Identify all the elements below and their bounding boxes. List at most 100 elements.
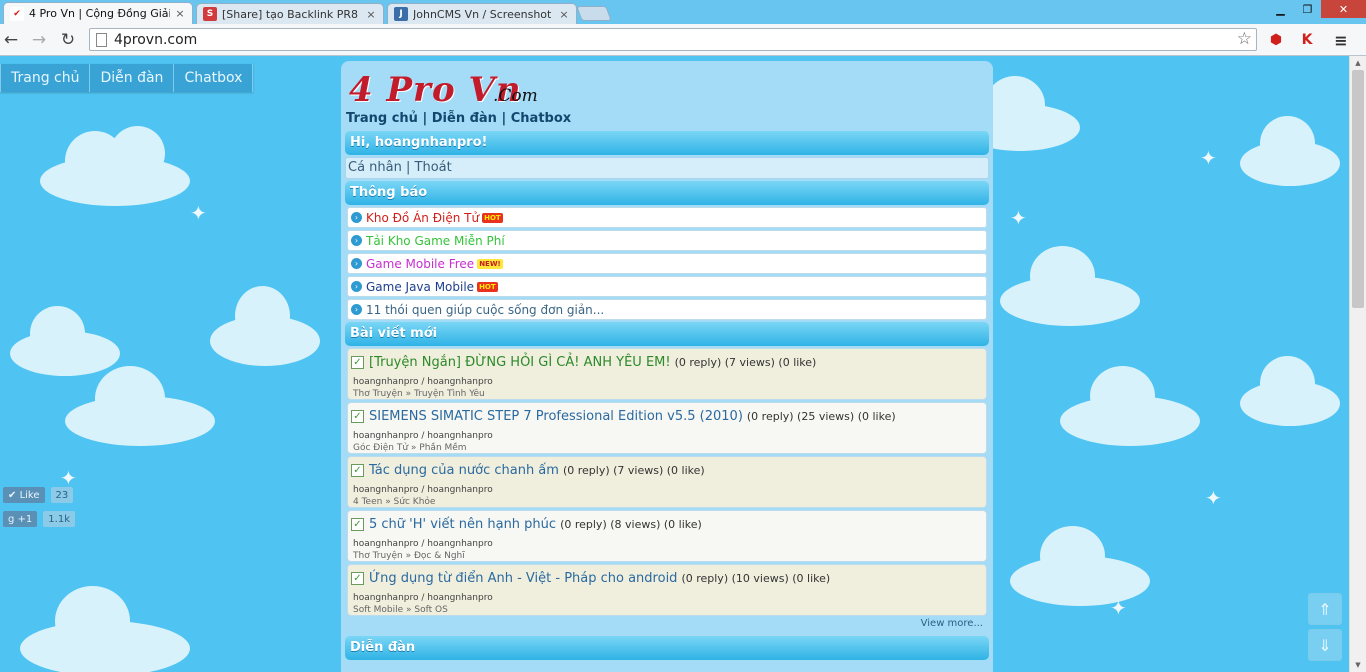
k-extension-icon[interactable]: K bbox=[1297, 30, 1317, 50]
sparkle-icon: ✦ bbox=[1110, 596, 1127, 620]
scrollbar-thumb[interactable] bbox=[1352, 70, 1364, 308]
close-tab-icon[interactable]: × bbox=[174, 7, 186, 20]
restore-icon[interactable]: ❐ bbox=[1294, 0, 1321, 18]
side-nav: Trang chủ Diễn đàn Chatbox bbox=[0, 64, 254, 92]
arrow-circle-icon: › bbox=[351, 304, 362, 315]
scroll-bottom-button[interactable]: ⇓ bbox=[1308, 629, 1342, 661]
new-tab-button[interactable] bbox=[576, 6, 612, 21]
checkbox-icon: ✓ bbox=[351, 463, 364, 477]
tab-label: [Share] tạo Backlink PR8 d bbox=[222, 7, 361, 21]
nav-home-link[interactable]: Trang chủ bbox=[0, 64, 91, 92]
johncms-favicon-icon: J bbox=[394, 7, 408, 21]
close-window-icon[interactable]: ✕ bbox=[1321, 0, 1366, 18]
profile-link[interactable]: Cá nhân bbox=[348, 160, 402, 175]
bookmark-star-icon[interactable]: ☆ bbox=[1237, 29, 1252, 49]
post-stats: (0 reply) (25 views) (0 like) bbox=[746, 409, 896, 423]
cloud-decoration bbox=[40, 126, 190, 206]
minimize-icon[interactable]: ▁ bbox=[1267, 0, 1294, 18]
cloud-decoration bbox=[1060, 366, 1200, 446]
forward-arrow-icon[interactable]: → bbox=[28, 30, 50, 50]
google-plus-icon: g bbox=[8, 513, 15, 525]
address-bar[interactable]: ☆ bbox=[89, 28, 1257, 51]
post-author[interactable]: hoangnhanpro / hoangnhanpro bbox=[353, 593, 493, 603]
post-stats: (0 reply) (10 views) (0 like) bbox=[681, 571, 831, 585]
post-title-link[interactable]: 5 chữ 'H' viết nên hạnh phúc bbox=[369, 517, 556, 532]
cloud-decoration bbox=[20, 586, 190, 672]
page-icon bbox=[96, 33, 107, 47]
top-link-chatbox[interactable]: Chatbox bbox=[511, 111, 571, 126]
sparkle-icon: ✦ bbox=[1205, 486, 1222, 510]
post-title-link[interactable]: [Truyện Ngắn] ĐỪNG HỎI GÌ CẢ! ANH YÊU EM… bbox=[369, 355, 671, 370]
browser-tab-4provn[interactable]: ✔ 4 Pro Vn | Cộng Đồng Giải × bbox=[3, 2, 193, 24]
notices-header: Thông báo bbox=[345, 181, 989, 205]
logout-link[interactable]: Thoát bbox=[415, 160, 452, 175]
notice-text: Game Java Mobile bbox=[366, 279, 475, 294]
adblock-extension-icon[interactable]: ⬢ bbox=[1266, 30, 1286, 50]
post-author[interactable]: hoangnhanpro / hoangnhanpro bbox=[353, 539, 493, 549]
post-author[interactable]: hoangnhanpro / hoangnhanpro bbox=[353, 377, 493, 387]
thumbs-up-icon: ✔ bbox=[8, 489, 17, 501]
browser-tab-johncms[interactable]: J JohnCMS Vn / Screenshot × bbox=[387, 3, 577, 24]
post-stats: (0 reply) (7 views) (0 like) bbox=[562, 463, 705, 477]
nav-chatbox-link[interactable]: Chatbox bbox=[174, 64, 254, 92]
post-author[interactable]: hoangnhanpro / hoangnhanpro bbox=[353, 431, 493, 441]
site-logo[interactable]: 4 Pro Vn .Com bbox=[345, 64, 989, 111]
arrow-up-icon: ⇑ bbox=[1318, 599, 1332, 619]
close-tab-icon[interactable]: × bbox=[558, 8, 570, 21]
plus-one-button[interactable]: g +1 bbox=[3, 511, 38, 527]
arrow-circle-icon: › bbox=[351, 212, 362, 223]
notice-item[interactable]: › 11 thói quen giúp cuộc sống đơn giản..… bbox=[347, 299, 987, 320]
scroll-down-icon[interactable]: ▼ bbox=[1350, 658, 1366, 672]
top-link-home[interactable]: Trang chủ bbox=[346, 111, 418, 126]
browser-tab-backlink[interactable]: S [Share] tạo Backlink PR8 d × bbox=[196, 3, 384, 24]
new-badge: NEW! bbox=[477, 258, 503, 269]
hot-badge: HOT bbox=[482, 212, 503, 223]
close-tab-icon[interactable]: × bbox=[365, 8, 377, 21]
post-title-link[interactable]: Ứng dụng từ điển Anh - Việt - Pháp cho a… bbox=[369, 571, 677, 586]
page-viewport: ✦ ✦ ✦ ✦ ✦ ✦ Trang chủ Diễn đàn Chatbox ✔… bbox=[0, 56, 1366, 672]
post-category[interactable]: Thơ Truyện » Đọc & Nghĩ bbox=[353, 551, 465, 561]
back-arrow-icon[interactable]: ← bbox=[0, 30, 22, 50]
page-scrollbar[interactable]: ▲ ▼ bbox=[1349, 56, 1366, 672]
post-item: ✓ [Truyện Ngắn] ĐỪNG HỎI GÌ CẢ! ANH YÊU … bbox=[347, 348, 987, 400]
post-category[interactable]: 4 Teen » Sức Khỏe bbox=[353, 497, 435, 507]
post-category[interactable]: Góc Điện Tử » Phần Mềm bbox=[353, 443, 467, 453]
scroll-top-button[interactable]: ⇑ bbox=[1308, 593, 1342, 625]
top-links: Trang chủ | Diễn đàn | Chatbox bbox=[346, 111, 572, 126]
arrow-circle-icon: › bbox=[351, 258, 362, 269]
url-input[interactable] bbox=[114, 31, 1214, 48]
post-stats: (0 reply) (7 views) (0 like) bbox=[674, 355, 817, 369]
top-link-forum[interactable]: Diễn đàn bbox=[432, 111, 497, 126]
forum-header: Diễn đàn bbox=[345, 636, 989, 660]
tab-label: JohnCMS Vn / Screenshot bbox=[413, 7, 552, 21]
browser-tabbar: ✔ 4 Pro Vn | Cộng Đồng Giải × S [Share] … bbox=[0, 0, 1366, 24]
post-author[interactable]: hoangnhanpro / hoangnhanpro bbox=[353, 485, 493, 495]
menu-icon[interactable]: ≡ bbox=[1331, 30, 1351, 50]
notice-item[interactable]: › Game Mobile Free NEW! bbox=[347, 253, 987, 274]
post-item: ✓ Tác dụng của nước chanh ấm (0 reply) (… bbox=[347, 456, 987, 508]
like-button[interactable]: ✔ Like bbox=[3, 487, 45, 503]
post-category[interactable]: Thơ Truyện » Truyện Tình Yêu bbox=[353, 389, 485, 399]
checkbox-icon: ✓ bbox=[351, 517, 364, 531]
arrow-down-icon: ⇓ bbox=[1318, 635, 1332, 655]
reload-icon[interactable]: ↻ bbox=[57, 30, 79, 50]
post-title-link[interactable]: SIEMENS SIMATIC STEP 7 Professional Edit… bbox=[369, 409, 743, 424]
nav-forum-link[interactable]: Diễn đàn bbox=[90, 64, 175, 92]
view-more-link[interactable]: View more... bbox=[921, 618, 983, 629]
4provn-favicon-icon: ✔ bbox=[10, 6, 24, 21]
cloud-decoration bbox=[1240, 356, 1340, 426]
scroll-up-icon[interactable]: ▲ bbox=[1350, 56, 1366, 70]
notice-item[interactable]: › Tải Kho Game Miễn Phí bbox=[347, 230, 987, 251]
notice-item[interactable]: › Kho Đồ Án Điện Tử HOT bbox=[347, 207, 987, 228]
arrow-circle-icon: › bbox=[351, 281, 362, 292]
notice-text: Game Mobile Free bbox=[366, 256, 475, 271]
arrow-circle-icon: › bbox=[351, 235, 362, 246]
window-controls: ▁ ❐ ✕ bbox=[1267, 0, 1366, 18]
notice-item[interactable]: › Game Java Mobile HOT bbox=[347, 276, 987, 297]
new-posts-header: Bài viết mới bbox=[345, 322, 989, 346]
post-category[interactable]: Soft Mobile » Soft OS bbox=[353, 605, 448, 615]
user-links: Cá nhân | Thoát bbox=[345, 157, 989, 179]
cloud-decoration bbox=[65, 366, 215, 446]
post-title-link[interactable]: Tác dụng của nước chanh ấm bbox=[369, 463, 559, 478]
cloud-decoration bbox=[1000, 246, 1140, 326]
